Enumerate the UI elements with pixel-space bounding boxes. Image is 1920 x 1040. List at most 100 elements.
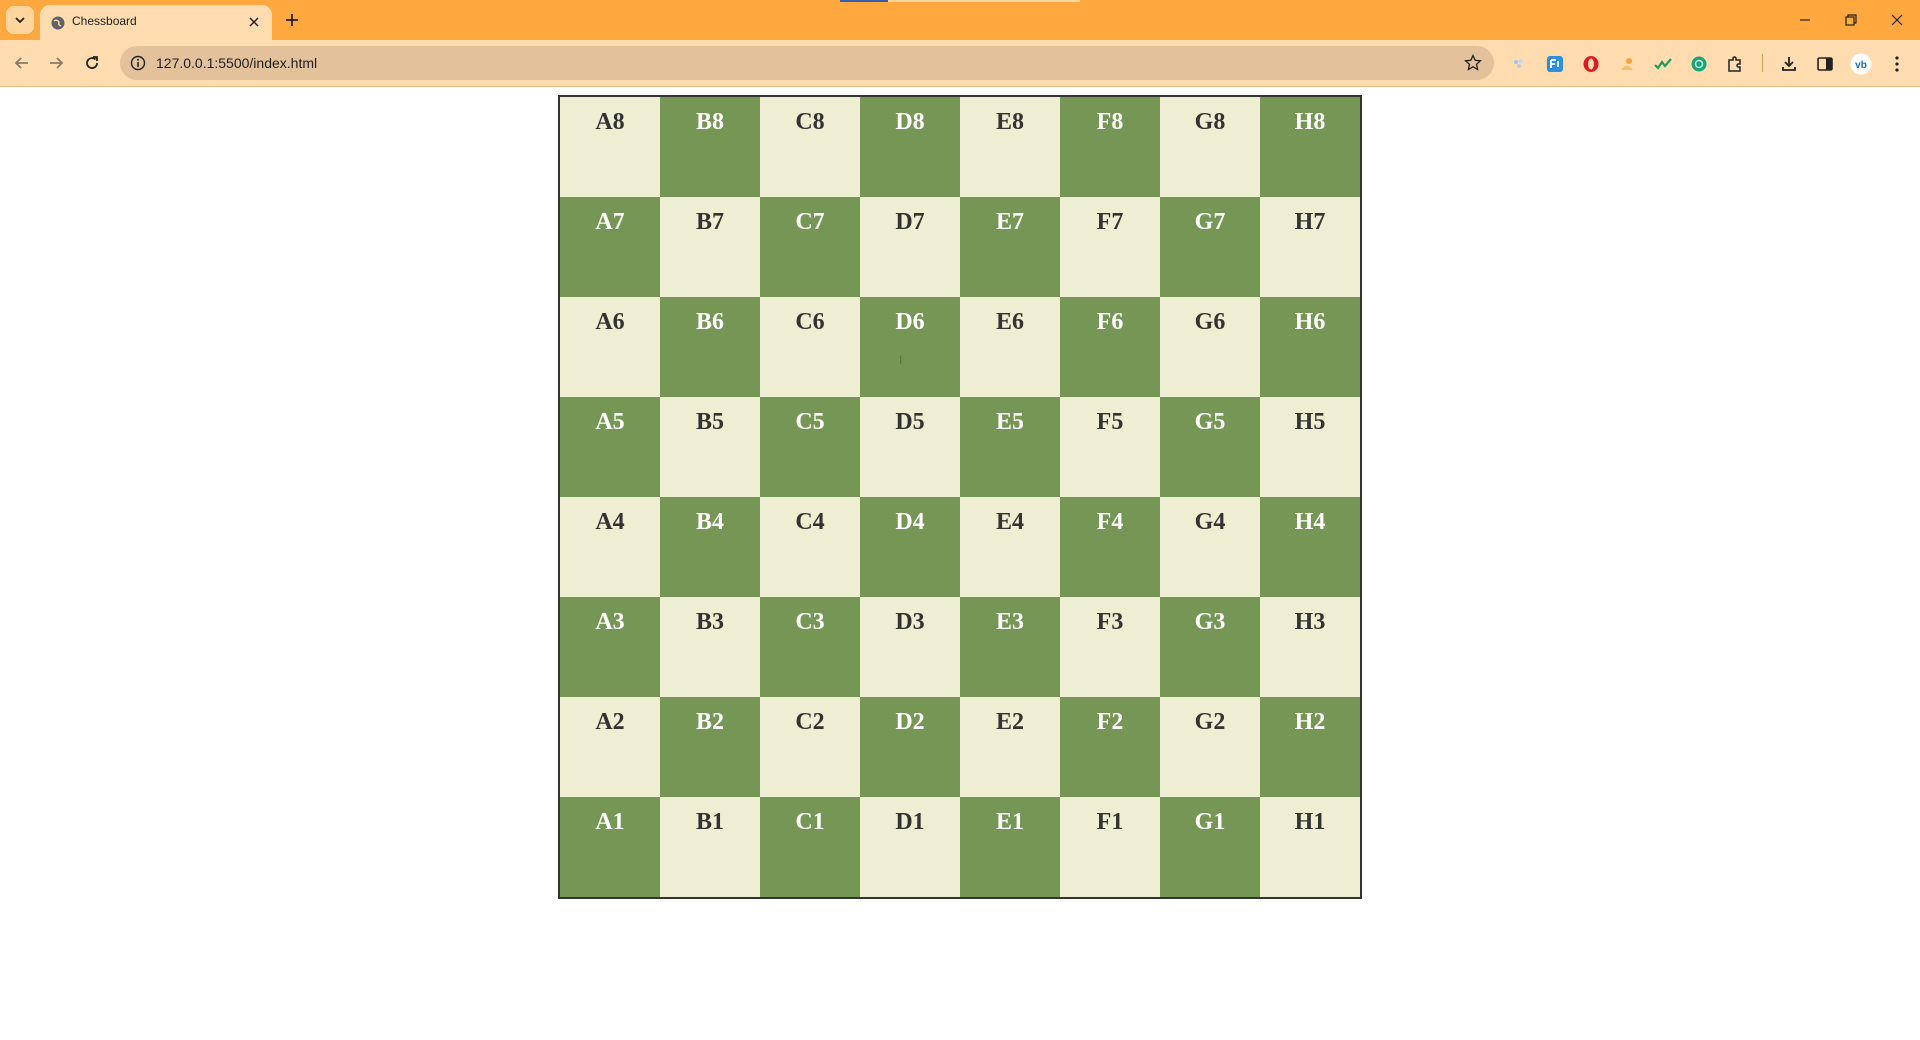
- square-c3[interactable]: C3: [760, 597, 860, 697]
- square-e1[interactable]: E1: [960, 797, 1060, 897]
- square-f7[interactable]: F7: [1060, 197, 1160, 297]
- square-g4[interactable]: G4: [1160, 497, 1260, 597]
- square-a3[interactable]: A3: [560, 597, 660, 697]
- openai-icon: [1691, 56, 1707, 72]
- square-h8[interactable]: H8: [1260, 97, 1360, 197]
- square-g2[interactable]: G2: [1160, 697, 1260, 797]
- square-b4[interactable]: B4: [660, 497, 760, 597]
- tab-title: Chessboard: [72, 14, 137, 28]
- downloads-button[interactable]: [1778, 53, 1800, 75]
- square-c5[interactable]: C5: [760, 397, 860, 497]
- tab-chessboard[interactable]: Chessboard: [40, 5, 272, 40]
- square-d6[interactable]: D6: [860, 297, 960, 397]
- side-panel-icon: [1817, 57, 1833, 71]
- square-f4[interactable]: F4: [1060, 497, 1160, 597]
- square-f5[interactable]: F5: [1060, 397, 1160, 497]
- square-c2[interactable]: C2: [760, 697, 860, 797]
- extension-button[interactable]: [1580, 53, 1602, 75]
- top-indicator: [840, 0, 1080, 2]
- square-a4[interactable]: A4: [560, 497, 660, 597]
- square-c7[interactable]: C7: [760, 197, 860, 297]
- square-h4[interactable]: H4: [1260, 497, 1360, 597]
- extensions-button[interactable]: [1724, 53, 1746, 75]
- minimize-icon: [1800, 19, 1810, 21]
- square-b5[interactable]: B5: [660, 397, 760, 497]
- close-icon: [249, 17, 259, 27]
- square-e8[interactable]: E8: [960, 97, 1060, 197]
- square-c6[interactable]: C6: [760, 297, 860, 397]
- square-c8[interactable]: C8: [760, 97, 860, 197]
- square-d7[interactable]: D7: [860, 197, 960, 297]
- menu-button[interactable]: [1886, 53, 1908, 75]
- profile-button[interactable]: vb: [1850, 53, 1872, 75]
- square-a6[interactable]: A6: [560, 297, 660, 397]
- new-tab-button[interactable]: [280, 8, 304, 32]
- square-a7[interactable]: A7: [560, 197, 660, 297]
- square-g5[interactable]: G5: [1160, 397, 1260, 497]
- square-f2[interactable]: F2: [1060, 697, 1160, 797]
- download-icon: [1782, 57, 1796, 71]
- square-d3[interactable]: D3: [860, 597, 960, 697]
- square-c4[interactable]: C4: [760, 497, 860, 597]
- tab-search-button[interactable]: [6, 6, 34, 34]
- reload-button[interactable]: [78, 49, 106, 77]
- square-f1[interactable]: F1: [1060, 797, 1160, 897]
- square-b7[interactable]: B7: [660, 197, 760, 297]
- square-g7[interactable]: G7: [1160, 197, 1260, 297]
- minimize-button[interactable]: [1782, 0, 1828, 40]
- square-e4[interactable]: E4: [960, 497, 1060, 597]
- extension-button[interactable]: [1652, 53, 1674, 75]
- square-g6[interactable]: G6: [1160, 297, 1260, 397]
- extension-button[interactable]: [1544, 53, 1566, 75]
- square-c1[interactable]: C1: [760, 797, 860, 897]
- square-d2[interactable]: D2: [860, 697, 960, 797]
- window-close-button[interactable]: [1874, 0, 1920, 40]
- square-d5[interactable]: D5: [860, 397, 960, 497]
- extension-button[interactable]: [1616, 53, 1638, 75]
- url-text[interactable]: 127.0.0.1:5500/index.html: [156, 55, 317, 71]
- square-d1[interactable]: D1: [860, 797, 960, 897]
- square-g3[interactable]: G3: [1160, 597, 1260, 697]
- square-g8[interactable]: G8: [1160, 97, 1260, 197]
- square-e5[interactable]: E5: [960, 397, 1060, 497]
- side-panel-button[interactable]: [1814, 53, 1836, 75]
- square-f6[interactable]: F6: [1060, 297, 1160, 397]
- square-a5[interactable]: A5: [560, 397, 660, 497]
- square-e3[interactable]: E3: [960, 597, 1060, 697]
- form-extension-icon: [1547, 56, 1563, 72]
- square-b6[interactable]: B6: [660, 297, 760, 397]
- extension-button[interactable]: [1508, 53, 1530, 75]
- tab-close-button[interactable]: [244, 12, 264, 32]
- opera-icon: [1583, 56, 1599, 72]
- extension-button[interactable]: [1688, 53, 1710, 75]
- square-h1[interactable]: H1: [1260, 797, 1360, 897]
- info-icon[interactable]: [130, 55, 146, 71]
- square-e2[interactable]: E2: [960, 697, 1060, 797]
- square-f3[interactable]: F3: [1060, 597, 1160, 697]
- square-h5[interactable]: H5: [1260, 397, 1360, 497]
- square-h3[interactable]: H3: [1260, 597, 1360, 697]
- square-b2[interactable]: B2: [660, 697, 760, 797]
- back-button[interactable]: [8, 49, 36, 77]
- window-close-icon: [1891, 14, 1903, 26]
- square-e7[interactable]: E7: [960, 197, 1060, 297]
- square-h2[interactable]: H2: [1260, 697, 1360, 797]
- square-b3[interactable]: B3: [660, 597, 760, 697]
- address-bar[interactable]: 127.0.0.1:5500/index.html: [120, 46, 1494, 80]
- square-a8[interactable]: A8: [560, 97, 660, 197]
- square-d8[interactable]: D8: [860, 97, 960, 197]
- square-e6[interactable]: E6: [960, 297, 1060, 397]
- square-d4[interactable]: D4: [860, 497, 960, 597]
- restore-button[interactable]: [1828, 0, 1874, 40]
- dots-extension-icon: [1514, 59, 1523, 68]
- square-a1[interactable]: A1: [560, 797, 660, 897]
- square-h6[interactable]: H6: [1260, 297, 1360, 397]
- square-a2[interactable]: A2: [560, 697, 660, 797]
- square-b1[interactable]: B1: [660, 797, 760, 897]
- square-f8[interactable]: F8: [1060, 97, 1160, 197]
- square-h7[interactable]: H7: [1260, 197, 1360, 297]
- star-icon[interactable]: [1464, 54, 1482, 72]
- square-b8[interactable]: B8: [660, 97, 760, 197]
- square-g1[interactable]: G1: [1160, 797, 1260, 897]
- forward-button[interactable]: [42, 49, 70, 77]
